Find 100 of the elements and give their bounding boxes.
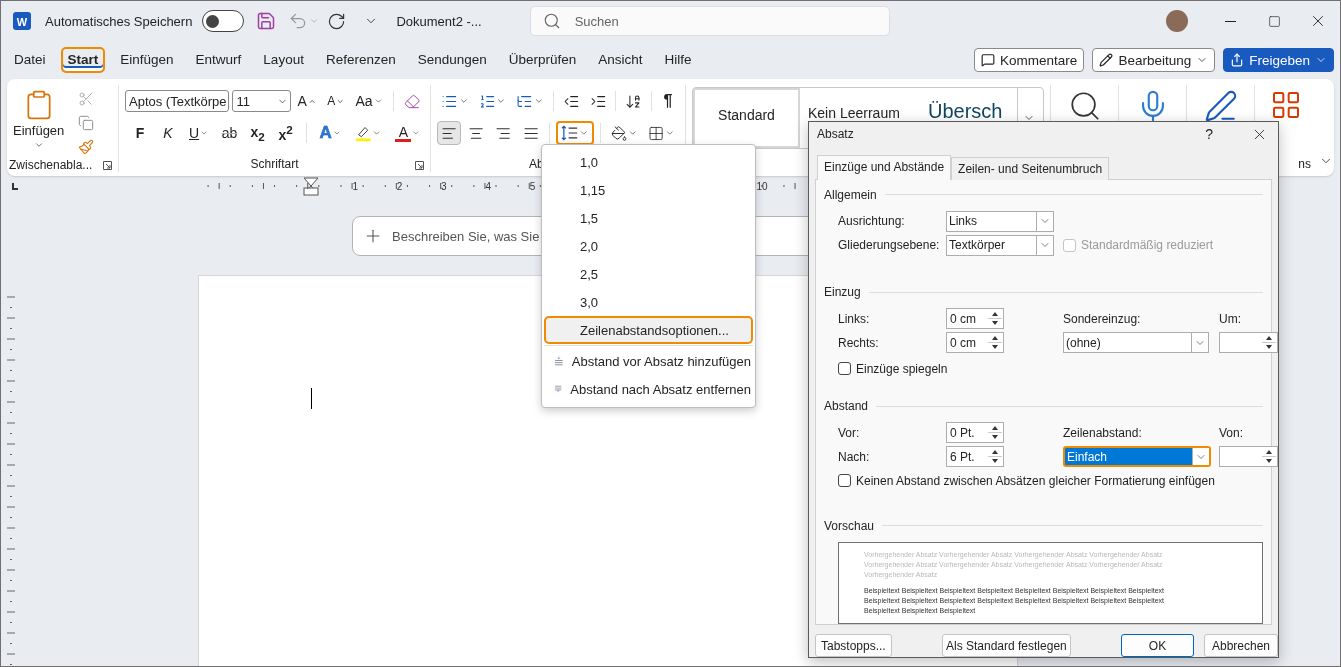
ruler-number: 4 — [485, 181, 491, 192]
text-effects-button[interactable]: A — [315, 121, 345, 145]
spin-field[interactable]: 6 Pt. — [946, 446, 1004, 467]
dialog-button[interactable]: Tabstopps... — [815, 634, 892, 657]
menu-item[interactable]: 1,15 — [544, 176, 753, 204]
share-button[interactable]: Freigeben — [1223, 48, 1334, 72]
bold-button[interactable]: F — [129, 121, 151, 145]
field-label: Um: — [1219, 311, 1242, 326]
eraser-icon — [403, 92, 420, 110]
group-label: Zwischenabla... — [9, 157, 93, 172]
align-button[interactable] — [437, 121, 462, 145]
ruler-number: 3 — [441, 181, 447, 192]
avatar — [1166, 10, 1188, 32]
line-spacing-dropdown[interactable]: Einfach — [1063, 446, 1211, 467]
ruler-number: 2 — [396, 181, 403, 192]
group-label: Schriftart — [250, 157, 299, 171]
script-button[interactable]: x$_{2}$ — [246, 121, 269, 145]
menu-item[interactable]: 2,0 — [544, 232, 753, 260]
dialog-title: Absatz — [817, 127, 854, 141]
borders-icon — [648, 124, 665, 142]
checkbox-label: Einzüge spiegeln — [856, 361, 948, 376]
field-label: Sondereinzug: — [1063, 311, 1142, 326]
dialog-button[interactable]: OK — [1121, 634, 1194, 657]
dialog-button[interactable]: Abbrechen — [1204, 634, 1278, 657]
field-label: Nach: — [838, 449, 871, 464]
spin-field[interactable] — [1219, 446, 1278, 467]
ribbon-tab[interactable]: Start — [60, 47, 106, 73]
scissors-icon — [78, 91, 95, 107]
caret-icon — [458, 96, 469, 106]
ribbon-tab[interactable]: Überprüfen — [501, 47, 584, 73]
alignment-dropdown[interactable]: Links — [946, 210, 1054, 232]
shrink-font-button[interactable]: A — [323, 89, 349, 113]
checkbox[interactable] — [838, 474, 851, 487]
redo-icon — [327, 11, 347, 31]
font-name-field[interactable]: Aptos (Textkörpe — [125, 90, 230, 112]
grid-icon — [1270, 89, 1302, 121]
ribbon-tab[interactable]: Einfügen — [113, 47, 181, 73]
ruler-number: 5 — [529, 181, 536, 192]
menu-item[interactable]: 1,0 — [544, 148, 753, 176]
section-heading: Einzug — [824, 285, 861, 300]
save-icon — [256, 11, 277, 31]
dialog-button[interactable]: Als Standard festlegen — [941, 634, 1071, 657]
checkbox-label: Standardmäßig reduziert — [1081, 238, 1214, 253]
spin-field[interactable]: 0 cm — [946, 308, 1004, 330]
help-button[interactable]: ? — [1205, 126, 1213, 142]
edit-button[interactable]: Bearbeitung — [1092, 48, 1216, 72]
change-case-button[interactable]: Aa — [351, 89, 387, 113]
maximize-icon — [1267, 14, 1281, 28]
paste-button[interactable]: Einfügen — [9, 85, 69, 157]
ribbon-tab[interactable]: Layout — [256, 47, 311, 73]
menu-item[interactable]: Zeilenabstandsoptionen... — [544, 316, 753, 344]
caret-icon — [579, 128, 589, 138]
grow-font-button[interactable]: A — [293, 89, 321, 113]
caret-icon — [496, 96, 507, 106]
autosave-toggle[interactable] — [202, 10, 245, 32]
field-label: Vor: — [838, 425, 861, 440]
ribbon-tab[interactable]: Ansicht — [591, 47, 650, 73]
share-icon — [1230, 53, 1245, 67]
autosave-label: Automatisches Speichern — [45, 13, 193, 29]
menu-item[interactable]: 3,0 — [544, 288, 753, 316]
script-button[interactable]: x$^{2}$ — [274, 121, 297, 145]
search-icon — [542, 12, 561, 30]
menu-item[interactable]: 2,5 — [544, 260, 753, 288]
field-label: Links: — [838, 311, 871, 326]
spin-field[interactable] — [1219, 332, 1278, 354]
ribbon-tab[interactable]: Entwurf — [188, 47, 249, 73]
app-logo: W — [13, 12, 31, 30]
ribbon-tab[interactable]: Sendungen — [410, 47, 494, 73]
dialog-tab[interactable]: Zeilen- und Seitenumbruch — [951, 157, 1110, 180]
outline-level-dropdown[interactable]: Textkörper — [946, 234, 1054, 256]
menu-item[interactable]: Abstand vor Absatz hinzufügen — [544, 347, 753, 375]
menu-item[interactable]: Abstand nach Absatz entfernen — [544, 375, 753, 403]
show-marks-button[interactable]: ¶ — [657, 89, 679, 113]
paintbrush-icon — [78, 139, 95, 155]
line-spacing-icon — [560, 125, 579, 141]
paint-bucket-icon — [610, 124, 627, 142]
caret-icon — [665, 128, 675, 138]
field-label: Ausrichtung: — [838, 214, 906, 229]
launcher-icon — [415, 161, 424, 170]
checkbox[interactable] — [838, 362, 851, 376]
ribbon-tab[interactable]: Referenzen — [318, 47, 403, 73]
comment-button[interactable]: Kommentare — [974, 48, 1085, 72]
font-size-field[interactable]: 11 — [232, 90, 291, 112]
comment-icon — [981, 53, 996, 67]
ruler-number: 1 — [352, 181, 359, 192]
spin-field[interactable]: 0 Pt. — [946, 422, 1004, 443]
caret-icon — [373, 96, 383, 106]
ribbon-tab[interactable]: Datei — [7, 47, 53, 73]
font-color-button[interactable]: A — [391, 121, 425, 145]
underline-button[interactable]: U — [185, 121, 213, 145]
search-field[interactable]: Suchen — [529, 6, 890, 36]
spin-arrows-icon — [1262, 448, 1276, 465]
dialog-tab[interactable]: Einzüge und Abstände — [817, 155, 952, 180]
checkbox-label: Keinen Abstand zwischen Absätzen gleicher Formatierung einfügen — [856, 473, 1215, 488]
special-indent-dropdown[interactable]: (ohne) — [1063, 332, 1209, 354]
field-label: Zeilenabstand: — [1063, 425, 1143, 440]
menu-item[interactable]: 1,5 — [544, 204, 753, 232]
spin-field[interactable]: 0 cm — [946, 332, 1004, 354]
ribbon-tab[interactable]: Hilfe — [657, 47, 699, 73]
italic-button[interactable]: K — [157, 121, 179, 145]
